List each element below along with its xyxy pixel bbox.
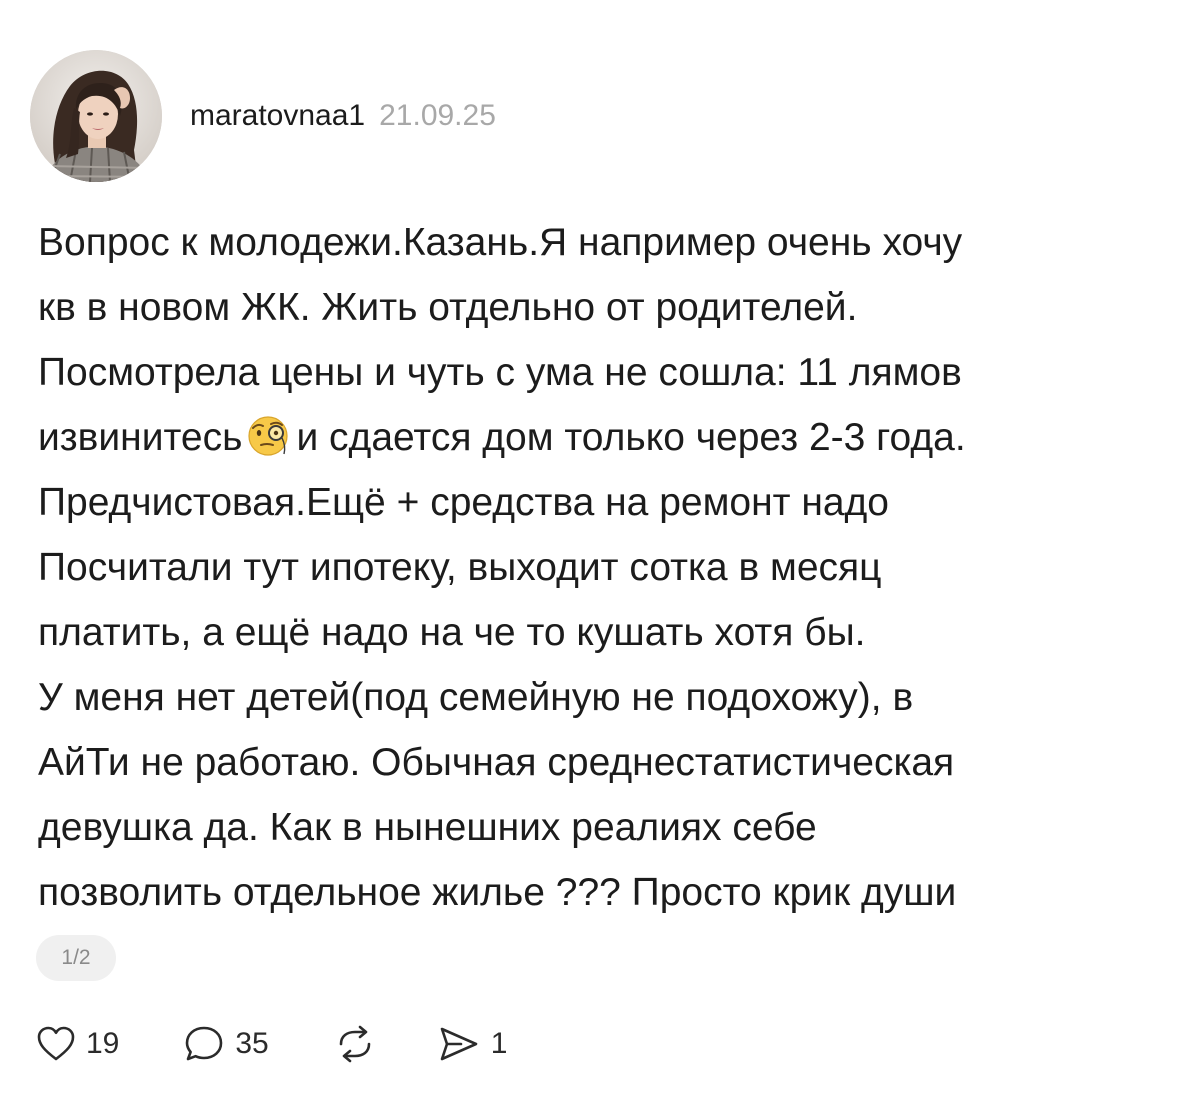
comment-button[interactable]: 35 <box>183 1024 269 1064</box>
post-date: 21.09.25 <box>379 99 496 132</box>
repost-icon <box>331 1024 379 1064</box>
text-line: АйТи не работаю. Обычная среднестатистич… <box>38 741 955 784</box>
text-segment: извинитесь <box>38 416 243 459</box>
action-bar: 19 35 1 <box>36 1016 507 1072</box>
text-line: платить, а ещё надо на че то кушать хотя… <box>38 611 866 654</box>
post-card: maratovnaa1 21.09.25 Вопрос к молодежи.К… <box>0 0 1200 1104</box>
text-line: позволить отдельное жилье ??? Просто кри… <box>38 871 957 914</box>
comment-count: 35 <box>235 1027 269 1060</box>
avatar[interactable] <box>30 50 162 182</box>
text-line: девушка да. Как в нынешних реалиях себе <box>38 806 817 849</box>
page-indicator: 1/2 <box>36 935 116 981</box>
like-button[interactable]: 19 <box>36 1025 119 1063</box>
text-segment: и сдается дом только через 2-3 года. <box>296 416 966 459</box>
post-header: maratovnaa1 21.09.25 <box>30 50 496 182</box>
share-button[interactable]: 1 <box>437 1024 508 1064</box>
like-count: 19 <box>86 1027 120 1060</box>
heart-icon <box>36 1025 76 1063</box>
text-line: Предчистовая.Ещё + средства на ремонт на… <box>38 481 889 524</box>
text-line: кв в новом ЖК. Жить отдельно от родителе… <box>38 286 858 329</box>
text-line: Посчитали тут ипотеку, выходит сотка в м… <box>38 546 882 589</box>
face-with-monocle-icon <box>244 413 294 457</box>
send-icon <box>437 1024 481 1064</box>
comment-icon <box>183 1024 225 1064</box>
share-count: 1 <box>490 1027 508 1060</box>
repost-button[interactable] <box>331 1024 379 1064</box>
text-line-with-emoji: извинитесь и сдается дом только через 2-… <box>38 405 1178 470</box>
post-meta: maratovnaa1 21.09.25 <box>190 99 496 133</box>
text-line: Посмотрела цены и чуть с ума не сошла: 1… <box>38 351 962 394</box>
text-line: Вопрос к молодежи.Казань.Я например очен… <box>38 221 963 264</box>
username[interactable]: maratovnaa1 <box>190 99 365 133</box>
post-text: Вопрос к молодежи.Казань.Я например очен… <box>38 210 1178 925</box>
text-line: У меня нет детей(под семейную не подохож… <box>38 676 914 719</box>
